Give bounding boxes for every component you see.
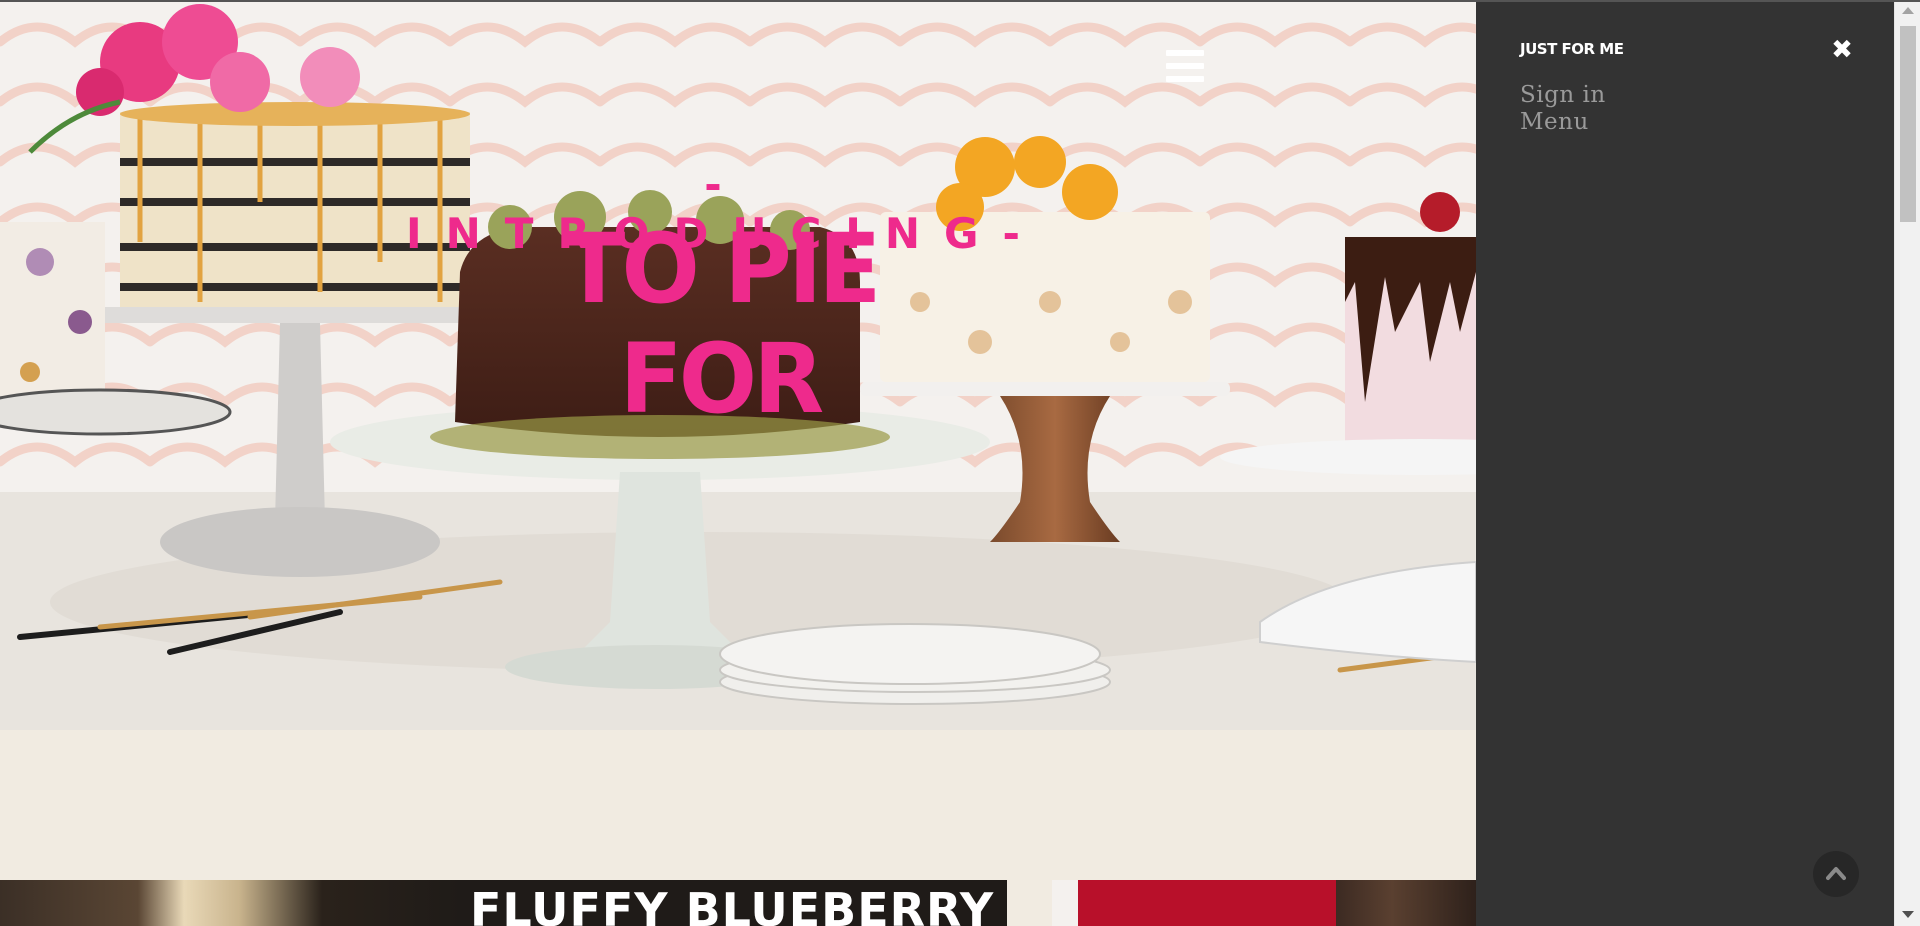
close-icon[interactable]: ✖: [1830, 37, 1854, 63]
hero-title: TO PIE FOR: [562, 213, 881, 435]
scroll-up-arrow-icon[interactable]: [1902, 7, 1914, 14]
hamburger-icon-bar: [1166, 50, 1204, 56]
sign-in-link[interactable]: Sign in: [1520, 82, 1606, 109]
hero-banner: -INTRODUCING- TO PIE FOR: [0, 2, 1476, 730]
menu-button[interactable]: [1166, 50, 1204, 84]
card-image: [1336, 880, 1476, 926]
page-scrollbar[interactable]: [1894, 2, 1920, 926]
window-top-border: [0, 0, 1920, 2]
card-title: FLUFFY BLUEBERRY: [470, 883, 995, 926]
panel-title: JUST FOR ME: [1520, 40, 1624, 58]
hamburger-icon-bar: [1166, 76, 1204, 82]
main-page: -INTRODUCING- TO PIE FOR FLUFFY BLUEBERR…: [0, 0, 1476, 926]
card-image: [0, 880, 460, 926]
hamburger-icon-bar: [1166, 63, 1204, 69]
chevron-up-icon: [1826, 867, 1846, 880]
menu-link[interactable]: Menu: [1520, 109, 1589, 136]
back-to-top-button[interactable]: [1813, 851, 1859, 897]
recipe-card-secondary[interactable]: [1052, 880, 1476, 926]
side-panel: JUST FOR ME ✖ Sign in Menu: [1476, 2, 1894, 926]
scroll-down-arrow-icon[interactable]: [1902, 911, 1914, 918]
scroll-thumb[interactable]: [1900, 26, 1916, 222]
recipe-card-blueberry[interactable]: FLUFFY BLUEBERRY: [0, 880, 1007, 926]
card-red-block: [1078, 880, 1336, 926]
